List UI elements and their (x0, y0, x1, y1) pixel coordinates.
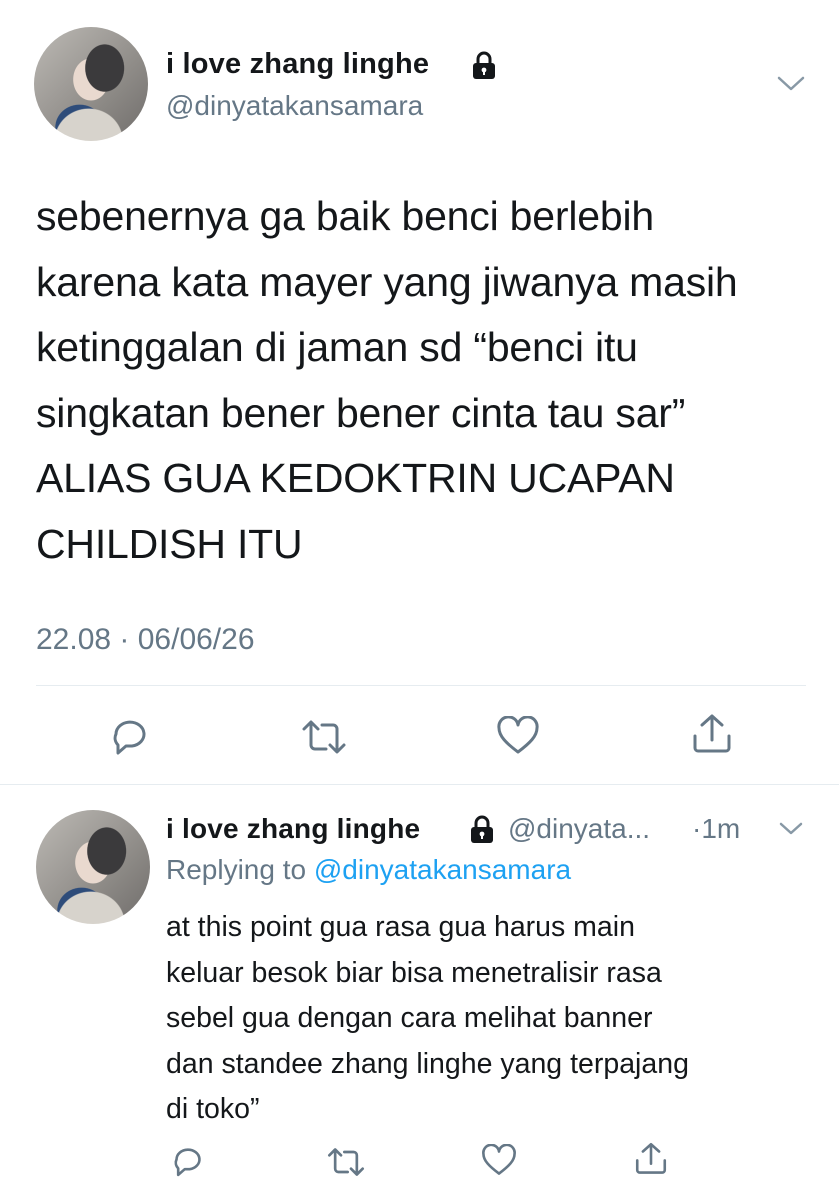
avatar[interactable] (36, 810, 150, 924)
tweet-text: sebenernya ga baik benci berlebih karena… (36, 193, 738, 567)
share-icon[interactable] (690, 712, 734, 754)
replying-to-label: Replying to (166, 854, 307, 885)
tweet-separator (0, 784, 839, 785)
reply-text: at this point gua rasa gua harus main ke… (166, 911, 689, 1125)
handle[interactable]: @dinyata... (508, 812, 650, 846)
handle[interactable]: @dinyatakansamara (166, 88, 423, 124)
retweet-icon[interactable] (300, 719, 348, 755)
replying-to-link[interactable]: @dinyatakansamara (314, 854, 571, 885)
chevron-down-icon[interactable] (778, 820, 804, 838)
retweet-icon[interactable] (326, 1147, 366, 1177)
chevron-down-icon[interactable] (776, 74, 806, 94)
reply-icon[interactable] (108, 716, 152, 756)
share-icon[interactable] (633, 1141, 669, 1175)
reply-icon[interactable] (170, 1144, 206, 1178)
heart-icon[interactable] (496, 716, 540, 756)
timestamp[interactable]: 22.08 · 06/06/26 (36, 620, 255, 660)
tweet-age[interactable]: ·1m (692, 812, 740, 846)
replying-to: Replying to @dinyatakansamara (166, 853, 571, 887)
display-name[interactable]: i love zhang linghe (166, 46, 429, 82)
lock-icon (470, 50, 498, 80)
divider (36, 685, 806, 686)
display-name[interactable]: i love zhang linghe (166, 812, 420, 846)
avatar[interactable] (34, 27, 148, 141)
lock-icon (468, 814, 496, 844)
heart-icon[interactable] (481, 1144, 517, 1177)
